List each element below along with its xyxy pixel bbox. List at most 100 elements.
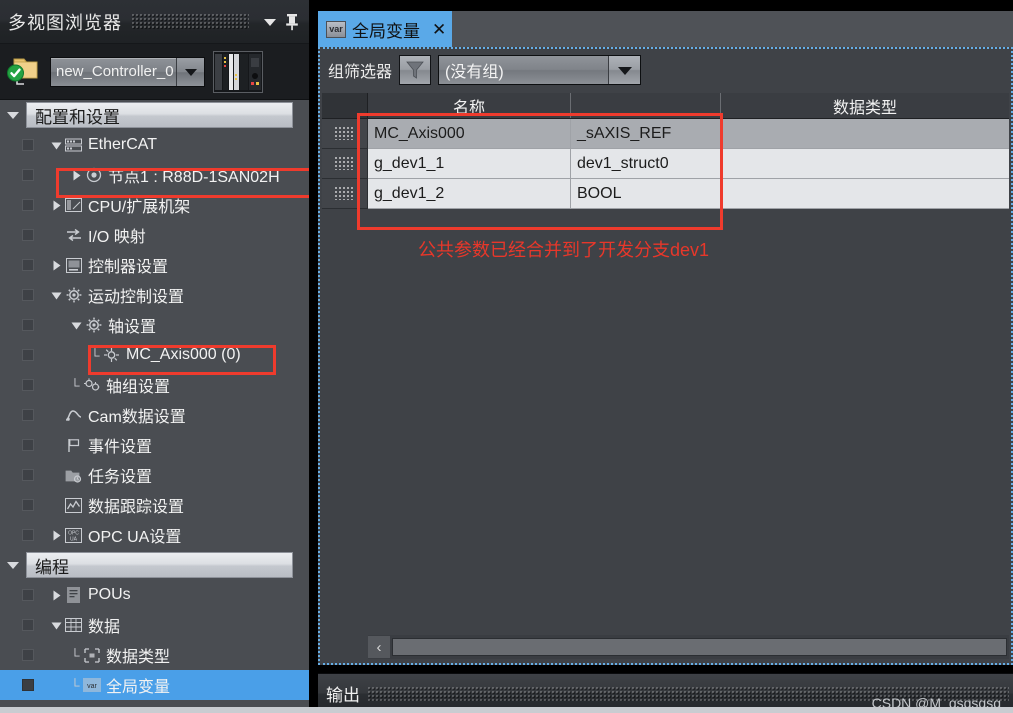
- cell-name[interactable]: g_dev1_1: [368, 149, 571, 179]
- bottom-strip: [0, 707, 1013, 713]
- table-row[interactable]: g_dev1_2 BOOL: [322, 179, 1009, 209]
- tree-item-10[interactable]: 事件设置: [0, 430, 309, 460]
- tree-item-0[interactable]: POUs: [0, 580, 309, 610]
- tree-item-label: I/O 映射: [88, 229, 146, 246]
- output-title: 输出: [326, 686, 360, 705]
- cell-datatype[interactable]: dev1_struct0: [571, 149, 721, 179]
- group-select[interactable]: (没有组): [438, 55, 642, 85]
- tree-item-1[interactable]: 数据: [0, 610, 309, 640]
- cell-name[interactable]: g_dev1_2: [368, 179, 571, 209]
- panel-drag-grip[interactable]: [132, 13, 249, 30]
- chevron-right-icon[interactable]: [48, 530, 64, 541]
- tree-item-label: 任务设置: [88, 469, 153, 486]
- tree-item-3[interactable]: └ var 全局变量: [0, 670, 309, 700]
- tree-item-6[interactable]: 轴设置: [0, 310, 309, 340]
- funnel-icon[interactable]: [399, 55, 432, 85]
- tree-item-12[interactable]: 数据跟踪设置: [0, 490, 309, 520]
- tree-item-marker[interactable]: [22, 529, 34, 541]
- grid-body: MC_Axis000 _sAXIS_REF g_dev1_1 dev1_struct0…: [322, 119, 1009, 209]
- cell-datatype[interactable]: BOOL: [571, 179, 721, 209]
- column-header-datatype[interactable]: 数据类型: [721, 93, 1009, 118]
- tree-item-marker[interactable]: [22, 259, 34, 271]
- tree-item-marker[interactable]: [22, 499, 34, 511]
- cell-name[interactable]: MC_Axis000: [368, 119, 571, 149]
- axis-group-icon: [82, 376, 101, 394]
- application-window: 多视图浏览器 new_Controller_0 配置和设置 EtherCAT 节…: [0, 0, 1013, 713]
- tree-item-8[interactable]: └ 轴组设置: [0, 370, 309, 400]
- cell-datatype[interactable]: _sAXIS_REF: [571, 119, 721, 149]
- close-icon[interactable]: ✕: [432, 21, 446, 38]
- tree-item-2[interactable]: └ 数据类型: [0, 640, 309, 670]
- row-handle[interactable]: [322, 179, 368, 209]
- tree-item-2[interactable]: CPU/扩展机架: [0, 190, 309, 220]
- tree-item-3[interactable]: I/O 映射: [0, 220, 309, 250]
- controller-select[interactable]: new_Controller_0: [50, 56, 205, 87]
- column-header-name[interactable]: 名称: [368, 93, 571, 118]
- tree-item-13[interactable]: OPC UA OPC UA设置: [0, 520, 309, 550]
- horizontal-scrollbar[interactable]: ‹: [368, 635, 1009, 659]
- chevron-right-icon[interactable]: [68, 170, 84, 181]
- chevron-right-icon[interactable]: [48, 590, 64, 601]
- tree-section-header[interactable]: 配置和设置: [0, 100, 309, 130]
- chevron-down-icon[interactable]: [68, 321, 84, 330]
- multiview-explorer-panel: 多视图浏览器 new_Controller_0 配置和设置 EtherCAT 节…: [0, 0, 314, 713]
- tree-item-11[interactable]: 任务设置: [0, 460, 309, 490]
- tree-item-marker[interactable]: [22, 649, 34, 661]
- tree-item-marker[interactable]: [22, 199, 34, 211]
- gear-icon: [84, 316, 103, 334]
- tree-item-label: EtherCAT: [88, 136, 158, 153]
- tree-item-marker[interactable]: [22, 379, 34, 391]
- tree-item-label: POUs: [88, 586, 131, 603]
- tree-item-marker[interactable]: [22, 289, 34, 301]
- tree-item-0[interactable]: EtherCAT: [0, 130, 309, 160]
- tree-item-1[interactable]: 节点1 : R88D-1SAN02H: [0, 160, 309, 190]
- tree-item-marker[interactable]: [22, 409, 34, 421]
- chevron-left-icon[interactable]: ‹: [368, 636, 390, 658]
- tree-item-marker[interactable]: [22, 619, 34, 631]
- tree-item-label: 数据: [88, 619, 121, 636]
- tree-item-9[interactable]: Cam数据设置: [0, 400, 309, 430]
- chevron-down-icon[interactable]: [0, 110, 26, 120]
- table-row[interactable]: MC_Axis000 _sAXIS_REF: [322, 119, 1009, 149]
- tree-item-marker[interactable]: [22, 469, 34, 481]
- table-row[interactable]: g_dev1_1 dev1_struct0: [322, 149, 1009, 179]
- scrollbar-thumb[interactable]: [392, 638, 1007, 656]
- pou-icon: [64, 586, 83, 604]
- tree-section-items: POUs 数据 └ 数据类型 └ var 全局变量: [0, 580, 309, 700]
- tree-section-header[interactable]: 编程: [0, 550, 309, 580]
- tree-item-marker[interactable]: [22, 319, 34, 331]
- drag-dots-icon: [334, 157, 355, 170]
- chevron-down-icon[interactable]: [259, 11, 281, 33]
- chevron-down-icon[interactable]: [48, 141, 64, 150]
- pin-icon[interactable]: [281, 11, 303, 33]
- chevron-down-icon[interactable]: [176, 57, 204, 86]
- tree-item-marker[interactable]: [22, 439, 34, 451]
- controller-rack-icon: [213, 50, 263, 93]
- tree-item-7[interactable]: └ MC_Axis000 (0): [0, 340, 309, 370]
- chevron-down-icon[interactable]: [608, 56, 641, 84]
- chevron-down-icon[interactable]: [48, 621, 64, 630]
- tree-section-label: 配置和设置: [35, 107, 120, 127]
- chevron-right-icon[interactable]: [48, 260, 64, 271]
- tree-item-marker[interactable]: [22, 589, 34, 601]
- chevron-right-icon[interactable]: [48, 200, 64, 211]
- chevron-down-icon[interactable]: [48, 291, 64, 300]
- tree-item-marker[interactable]: [22, 349, 34, 361]
- cell-extra[interactable]: [721, 179, 1009, 209]
- controller-settings-icon: [64, 256, 83, 274]
- tree-item-marker[interactable]: [22, 169, 34, 181]
- row-handle[interactable]: [322, 149, 368, 179]
- tree-section-label-box: 配置和设置: [26, 102, 293, 128]
- cell-extra[interactable]: [721, 149, 1009, 179]
- column-header-spacer[interactable]: [571, 93, 721, 118]
- cell-extra[interactable]: [721, 119, 1009, 149]
- chevron-down-icon[interactable]: [0, 560, 26, 570]
- tree-item-label: 轴组设置: [106, 379, 171, 396]
- tree-item-4[interactable]: 控制器设置: [0, 250, 309, 280]
- tab-global-variables[interactable]: var 全局变量 ✕: [318, 11, 453, 47]
- tree-item-marker[interactable]: [22, 229, 34, 241]
- tree-item-marker[interactable]: [22, 139, 34, 151]
- tree-item-5[interactable]: 运动控制设置: [0, 280, 309, 310]
- tree-item-marker[interactable]: [22, 679, 34, 691]
- row-handle[interactable]: [322, 119, 368, 149]
